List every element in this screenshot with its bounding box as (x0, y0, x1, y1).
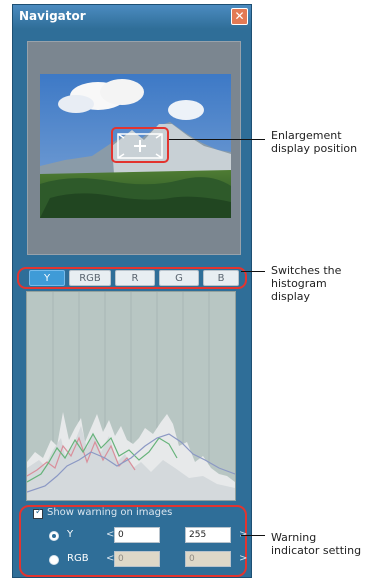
tab-b[interactable]: B (203, 270, 239, 286)
warning-leader (241, 535, 265, 536)
rgb-low-input: 0 (114, 551, 160, 567)
y-high-input[interactable]: 255 (185, 527, 231, 543)
histogram-tabs: Y RGB R G B (17, 267, 247, 289)
histogram-panel (26, 291, 236, 501)
warning-settings: ✓ Show warning on images Y < 0 255 > RGB… (19, 505, 247, 577)
rgb-high-sign: > (239, 553, 248, 564)
tab-g[interactable]: G (159, 270, 199, 286)
tab-r[interactable]: R (115, 270, 155, 286)
enlargement-callout: Enlargement display position (271, 129, 357, 155)
selected-dot-icon (52, 534, 56, 538)
histogram-callout-line-2: histogram (271, 277, 327, 290)
title-bar: Navigator ✕ (13, 5, 251, 29)
navigator-window: Navigator ✕ Y RGB R G B ✓ Show warning o… (12, 4, 252, 578)
show-warning-label: Show warning on images (47, 507, 173, 518)
histogram-graph (27, 292, 235, 500)
rgb-radio[interactable] (49, 555, 59, 565)
enlargement-callout-line-1: Enlargement (271, 129, 342, 142)
tab-y[interactable]: Y (29, 270, 65, 286)
histogram-callout-line-1: Switches the (271, 264, 342, 277)
landscape-preview (40, 74, 231, 218)
rgb-high-input: 0 (185, 551, 231, 567)
warning-callout-line-2: indicator setting (271, 544, 362, 557)
y-low-input[interactable]: 0 (114, 527, 160, 543)
show-warning-checkbox[interactable]: ✓ (33, 507, 43, 519)
histogram-callout: Switches the histogram display (271, 264, 341, 303)
checkmark-icon: ✓ (35, 507, 43, 517)
histogram-leader (241, 271, 265, 272)
tab-rgb[interactable]: RGB (69, 270, 111, 286)
rgb-option-label: RGB (67, 553, 89, 564)
histogram-callout-line-3: display (271, 290, 311, 303)
warning-callout: Warning indicator setting (271, 531, 361, 557)
y-option-label: Y (67, 529, 74, 540)
y-radio[interactable] (49, 531, 59, 541)
window-title: Navigator (19, 9, 86, 23)
preview-frame (27, 41, 241, 255)
close-icon[interactable]: ✕ (231, 8, 248, 25)
preview-image (40, 74, 231, 218)
warning-callout-line-1: Warning (271, 531, 317, 544)
enlargement-callout-line-2: display position (271, 142, 358, 155)
enlargement-leader (169, 139, 265, 140)
